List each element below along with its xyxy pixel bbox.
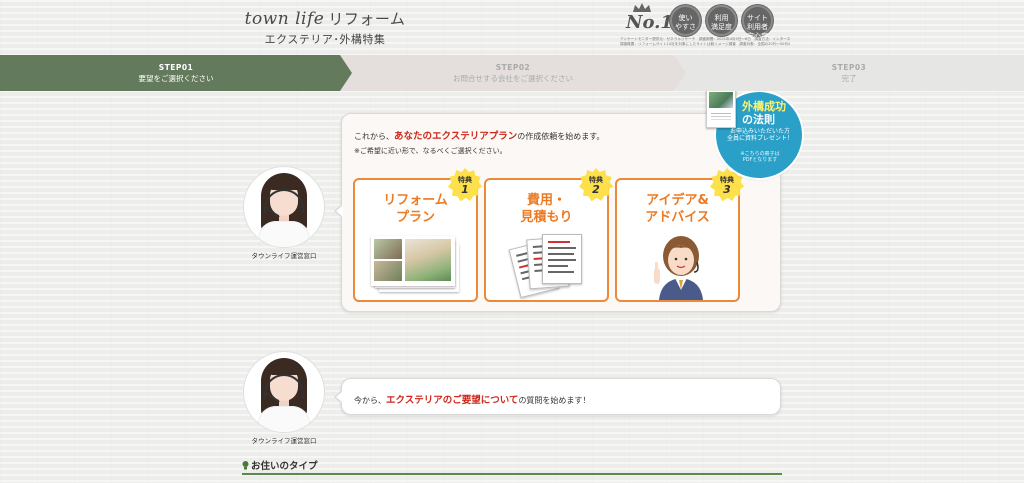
operator-avatar-2 [244, 352, 324, 432]
award-medal-usability: 使い やすさ [670, 5, 701, 36]
benefit-card-plan: リフォーム プラン 特典 1 [353, 168, 482, 302]
intro-text: これから、あなたのエクステリアプランの作成依頼を始めます。 [354, 131, 605, 142]
award-fine-print: アンケートモニター提供元：ゼネラルリサーチ 調査期間：2021年4月5日～6日 … [620, 37, 790, 46]
step-3: STEP03 完了 [674, 55, 1024, 91]
section-divider [242, 473, 782, 475]
question-start-bubble: 今から、エクステリアのご要望についての質問を始めます！ [334, 378, 781, 415]
brand-name: town life リフォーム [244, 9, 406, 29]
operator-label: タウンライフ運営窓口 [251, 252, 317, 260]
question-start-text: 今から、エクステリアのご要望についての質問を始めます！ [354, 395, 591, 406]
brand-subtitle: エクステリア･外構特集 [264, 33, 386, 46]
advisor-person-icon [654, 236, 703, 300]
benefit-title-advice: アイデア& アドバイス [645, 193, 710, 225]
award-badges: No.1 使い やすさ 利用 満足度 サイト利用者 安心度 アンケートモニター提… [620, 2, 790, 52]
step-1: STEP01 要望をご選択ください [0, 55, 352, 91]
plan-photos-icon [369, 236, 461, 294]
estimate-documents-icon [508, 234, 584, 299]
benefit-card-advice: アイデア& アドバイス 特典 3 [615, 168, 744, 302]
award-medal-reliability: サイト利用者 安心度 [742, 5, 773, 40]
step-2: STEP02 お問合せする会社をご選択ください [340, 55, 686, 91]
promo-text: お申込みいただいた方 全員に資料プレゼント！ [726, 128, 793, 142]
lightbulb-icon [242, 461, 249, 470]
award-no1: No.1 [626, 12, 673, 33]
progress-steps: STEP01 要望をご選択ください STEP02 お問合せする会社をご選択くださ… [0, 55, 1024, 91]
benefit-card-estimate: 費用・ 見積もり 特典 2 [484, 168, 613, 302]
section-title-residence-type: お住いのタイプ [242, 458, 318, 472]
booklet-icon [706, 88, 736, 128]
benefit-title-estimate: 費用・ 見積もり [520, 193, 573, 225]
operator-label-2: タウンライフ運営窓口 [251, 437, 317, 445]
promo-gift-badge[interactable]: 外構成功 の法則 お申込みいただいた方 全員に資料プレゼント！ ※こちらの冊子は … [706, 88, 804, 178]
site-logo[interactable]: town life リフォーム エクステリア･外構特集 [240, 8, 410, 47]
operator-avatar [244, 167, 324, 247]
award-medal-satisfaction: 利用 満足度 [706, 5, 737, 36]
intro-note: ※ご希望に近い形で、なるべくご選択ください。 [354, 147, 507, 155]
promo-title: 外構成功 の法則 [742, 100, 786, 126]
promo-small-note: ※こちらの冊子は PDFとなります [740, 151, 780, 163]
benefit-title-plan: リフォーム プラン [383, 193, 448, 225]
